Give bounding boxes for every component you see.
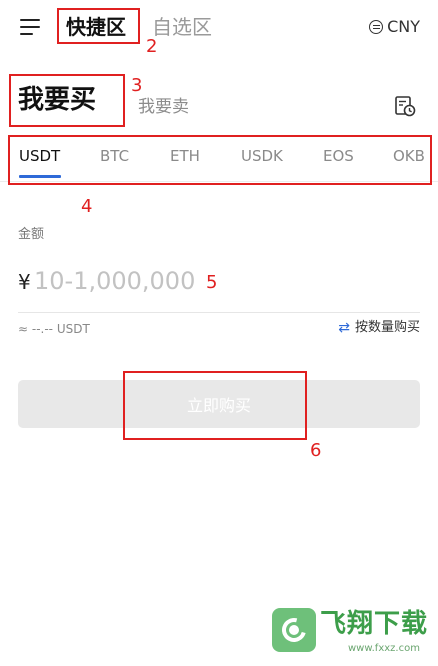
watermark-text: 飞翔下载 [320,609,429,639]
annotation-box-3 [9,74,125,127]
buy-by-quantity-label: 按数量购买 [354,320,420,335]
watermark-logo-icon [272,608,316,652]
annotation-box-4 [8,135,432,185]
currency-symbol: ¥ [18,270,31,294]
order-history-icon[interactable] [394,95,416,117]
annotation-number-4: 4 [81,196,93,217]
buy-by-quantity-toggle[interactable]: ⇄ 按数量购买 [338,319,420,337]
divider [18,312,420,313]
currency-selector[interactable]: CNY [369,16,420,38]
annotation-number-6: 6 [310,440,322,461]
annotation-number-2: 2 [146,36,158,57]
swap-icon: ⇄ [338,320,350,336]
usdt-estimate: ≈ --.-- USDT [18,322,90,336]
watermark-url: www.fxxz.com [348,643,420,654]
amount-input[interactable] [34,264,354,298]
menu-icon[interactable] [20,17,42,37]
annotation-number-5: 5 [206,272,218,293]
annotation-box-6 [123,371,307,440]
watermark: 飞翔下载 www.fxxz.com [272,606,432,658]
annotation-box-2 [57,8,140,44]
currency-label: CNY [387,17,420,36]
amount-label: 金额 [18,227,45,242]
annotation-number-3: 3 [131,75,143,96]
tab-custom-zone[interactable]: 自选区 [152,13,212,41]
currency-exchange-icon [369,20,384,34]
tab-sell[interactable]: 我要卖 [138,95,189,119]
